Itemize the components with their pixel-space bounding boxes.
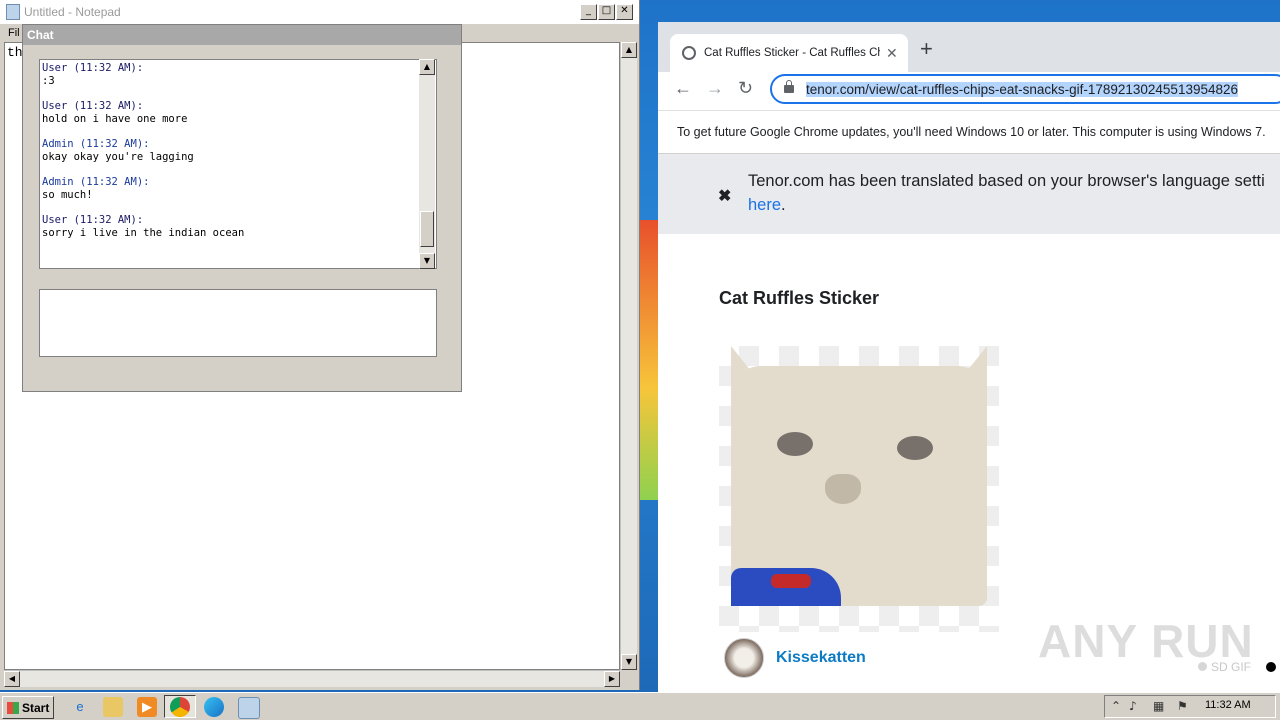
edge-icon[interactable] [204,697,224,717]
media-player-icon[interactable]: ▶ [137,697,157,717]
cat-eye-right [897,436,933,460]
chat-scroll-thumb[interactable] [420,211,434,247]
chrome-window: Cat Ruffles Sticker - Cat Ruffles Chips … [658,22,1280,692]
author-name[interactable]: Kissekatten [776,649,866,667]
tab-title: Cat Ruffles Sticker - Cat Ruffles Chips [704,47,880,59]
new-tab-button[interactable]: + [920,36,933,62]
scroll-up-arrow-icon[interactable]: ▲ [621,42,637,58]
lock-icon[interactable] [784,80,794,93]
minimize-button[interactable]: _ [580,4,597,20]
chips-bag [731,568,841,606]
chat-message-text: okay okay you're lagging [42,151,194,163]
folder-icon[interactable] [103,697,123,717]
notepad-titlebar[interactable]: Untitled - Notepad [0,0,639,24]
chat-message: User (11:32 AM): sorry i live in the ind… [42,214,434,240]
sd-gif-toggle[interactable]: SD GIF [1198,660,1251,674]
address-bar[interactable]: tenor.com/view/cat-ruffles-chips-eat-sna… [770,74,1280,104]
avatar[interactable] [724,638,764,678]
chat-message-text: hold on i have one more [42,113,188,125]
maximize-button[interactable]: □ [598,4,615,20]
windows-flag-icon [7,701,19,714]
tab-cat-ruffles[interactable]: Cat Ruffles Sticker - Cat Ruffles Chips … [670,34,908,72]
start-label: Start [22,700,50,715]
author[interactable]: Kissekatten [724,638,866,678]
cat-nose [825,474,861,504]
chrome-icon[interactable] [170,697,190,717]
scroll-left-arrow-icon[interactable]: ◀ [4,671,20,687]
notepad-window-controls: _ □ ✕ [580,4,633,20]
chat-message: User (11:32 AM): hold on i have one more [42,100,434,126]
chat-scrollbar[interactable]: ▲ ▼ [419,59,435,269]
chat-message: Admin (11:32 AM): so much! [42,176,434,202]
cat-eye-left [777,432,813,456]
tray-expand-icon[interactable]: ⌃ [1111,699,1121,713]
notepad-title: Untitled - Notepad [24,5,121,19]
chat-message: User (11:32 AM): :3 [42,62,434,88]
globe-icon [682,46,696,60]
internet-explorer-icon[interactable]: e [70,697,90,717]
toggle-dot-icon [1198,662,1207,671]
close-button[interactable]: ✕ [616,4,633,20]
chat-message-text: so much! [42,189,93,201]
sd-gif-label: SD GIF [1211,660,1252,674]
chat-titlebar[interactable]: Chat [23,25,461,45]
action-center-flag-icon[interactable]: ⚑ [1177,699,1188,713]
chat-log[interactable]: User (11:32 AM): :3 User (11:32 AM): hol… [39,59,437,269]
chat-message-sender: Admin (11:32 AM): [42,138,150,150]
wallpaper-streak [640,220,660,500]
chat-window: Chat User (11:32 AM): :3 User (11:32 AM)… [22,24,462,392]
chat-message-text: :3 [42,75,55,87]
back-arrow-icon[interactable]: ← [674,78,692,99]
translate-banner: ✖ Tenor.com has been translated based on… [658,154,1280,234]
close-icon[interactable]: ✖ [718,186,731,206]
notepad-horizontal-scrollbar[interactable]: ◀ ▶ [4,670,620,687]
translate-period: . [781,196,786,214]
hd-toggle-dot-icon[interactable] [1266,662,1276,672]
tab-strip: Cat Ruffles Sticker - Cat Ruffles Chips … [658,22,1280,72]
translate-here-link[interactable]: here [748,196,781,214]
chat-message-sender: User (11:32 AM): [42,62,144,74]
notepad-content: th [7,45,23,60]
chat-message: Admin (11:32 AM): okay okay you're laggi… [42,138,434,164]
notepad-vertical-scrollbar[interactable]: ▲ ▼ [620,42,637,670]
forward-arrow-icon[interactable]: → [706,78,724,99]
scroll-up-arrow-icon[interactable]: ▲ [419,59,435,75]
url-text[interactable]: tenor.com/view/cat-ruffles-chips-eat-sna… [806,81,1239,97]
reload-icon[interactable]: ↻ [738,78,753,99]
tenor-page: Cat Ruffles Sticker Kissekatten ANY RUN … [658,234,1280,694]
network-icon[interactable]: ▦ [1153,699,1164,713]
notepad-taskbar-icon[interactable] [238,697,260,719]
chat-message-sender: Admin (11:32 AM): [42,176,150,188]
scroll-right-arrow-icon[interactable]: ▶ [604,671,620,687]
tab-close-icon[interactable]: ✕ [886,45,898,62]
scroll-down-arrow-icon[interactable]: ▼ [621,654,637,670]
notepad-icon [6,4,20,20]
menu-file[interactable]: Fil [8,27,20,39]
clock[interactable]: 11:32 AM [1205,699,1251,711]
cat-sticker-image[interactable] [719,346,999,632]
chat-message-sender: User (11:32 AM): [42,100,144,112]
scroll-down-arrow-icon[interactable]: ▼ [419,253,435,269]
page-title: Cat Ruffles Sticker [719,288,880,308]
chat-input[interactable] [39,289,437,357]
browser-toolbar: ← → ↻ tenor.com/view/cat-ruffles-chips-e… [658,72,1280,111]
system-tray: ⌃ ♪ ▦ ⚑ 11:32 AM [1104,695,1276,718]
chat-message-text: sorry i live in the indian ocean [42,227,245,239]
translate-line2: here. [748,196,786,215]
start-button[interactable]: Start [2,696,54,719]
taskbar: Start e ▶ ⌃ ♪ ▦ ⚑ 11:32 AM [0,692,1280,720]
volume-icon[interactable]: ♪ [1129,699,1137,713]
translate-message: Tenor.com has been translated based on y… [748,172,1265,190]
chat-message-sender: User (11:32 AM): [42,214,144,226]
update-infobar: To get future Google Chrome updates, you… [658,111,1280,154]
